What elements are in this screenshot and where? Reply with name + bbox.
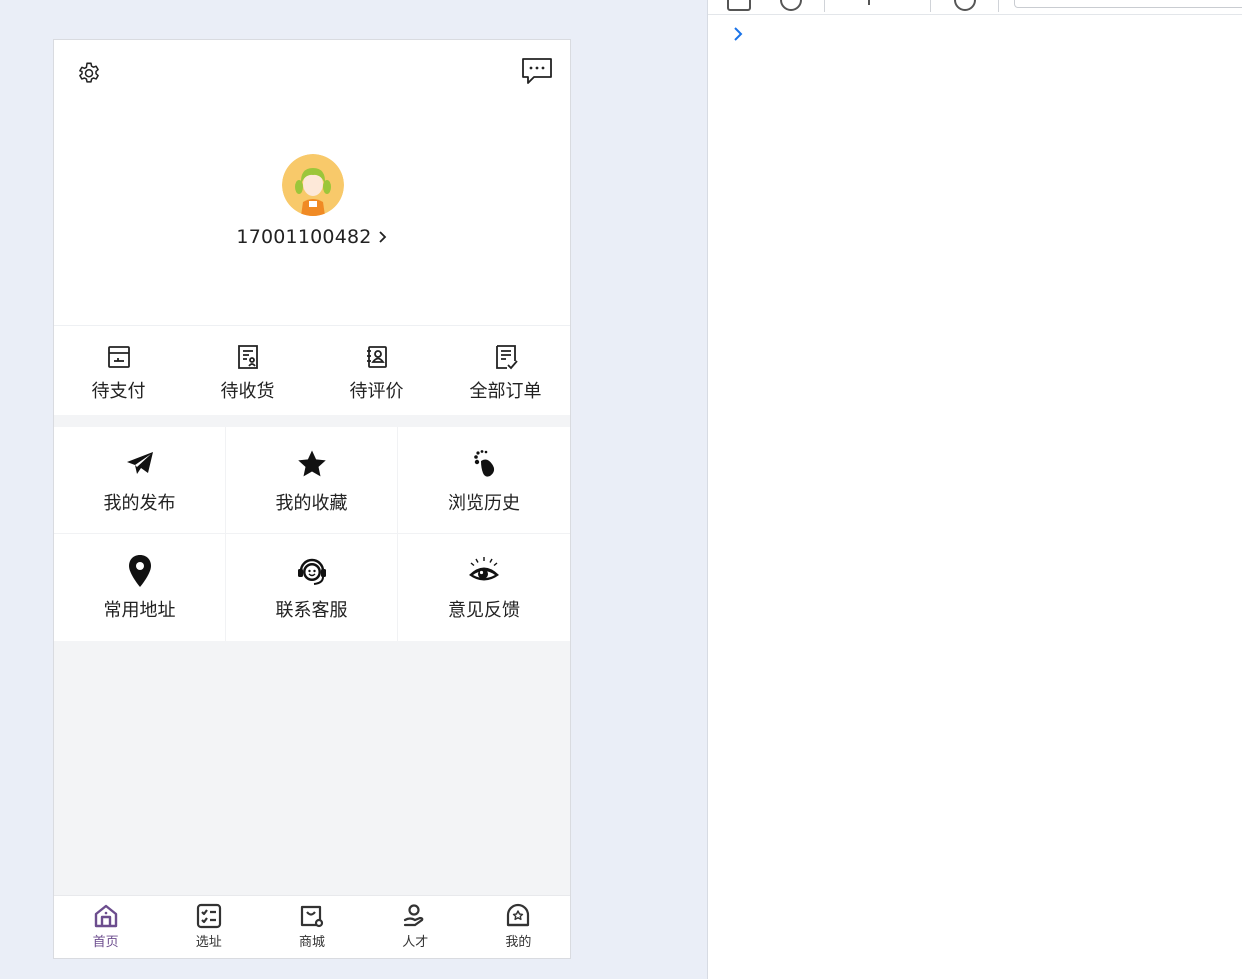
tab-site[interactable]: 选址 (157, 896, 260, 958)
order-pending-receipt[interactable]: 待收货 (183, 326, 312, 415)
clear-console-icon[interactable] (778, 0, 804, 12)
avatar-girl-icon (282, 154, 344, 216)
devtools-panel (707, 0, 1242, 979)
bottom-tab-bar: 首页 选址 商城 人才 我的 (54, 895, 570, 958)
profile-header: 17001100482 (54, 40, 570, 325)
paper-plane-icon (126, 452, 153, 474)
feature-label: 我的发布 (103, 493, 176, 514)
feature-label: 浏览历史 (448, 493, 520, 514)
receipt-person-icon (237, 345, 258, 369)
console-prompt[interactable] (730, 24, 746, 44)
feature-customer-service[interactable]: 联系客服 (226, 534, 398, 641)
devtools-toolbar (708, 0, 1242, 15)
order-all[interactable]: 全部订单 (441, 326, 570, 415)
console-filter-input[interactable] (1014, 0, 1242, 8)
order-label: 待收货 (220, 381, 275, 402)
mobile-preview: 17001100482 待支付 待收货 待评价 全部订单 我的发布 我的收藏 浏… (53, 39, 571, 959)
order-bar: 待支付 待收货 待评价 全部订单 (54, 325, 570, 415)
tab-label: 人才 (402, 935, 429, 950)
checklist-box-icon (196, 903, 221, 929)
profile-star-icon (507, 903, 530, 927)
tab-label: 首页 (92, 935, 119, 950)
tab-talent[interactable]: 人才 (364, 896, 467, 958)
tab-home[interactable]: 首页 (54, 896, 157, 958)
phone-number: 17001100482 (236, 226, 372, 248)
feature-address[interactable]: 常用地址 (54, 534, 226, 641)
chevron-right-icon (734, 27, 743, 41)
feature-label: 联系客服 (275, 600, 348, 621)
toolbar-glyph (868, 0, 870, 5)
tab-label: 商城 (299, 935, 326, 950)
wallet-icon (107, 346, 130, 368)
feature-label: 我的收藏 (275, 493, 348, 514)
tab-label: 我的 (505, 935, 532, 950)
order-label: 待评价 (349, 381, 404, 402)
feature-label: 常用地址 (103, 600, 176, 621)
order-pending-review[interactable]: 待评价 (312, 326, 441, 415)
feature-favorites[interactable]: 我的收藏 (226, 427, 398, 534)
feature-label: 意见反馈 (448, 600, 520, 621)
order-label: 全部订单 (469, 381, 542, 402)
contact-book-icon (366, 346, 387, 368)
feature-feedback[interactable]: 意见反馈 (398, 534, 570, 641)
checklist-icon (495, 345, 518, 370)
footprint-icon (474, 450, 495, 477)
home-icon (94, 904, 117, 928)
chevron-right-icon (378, 231, 386, 243)
avatar[interactable] (282, 154, 344, 216)
account-row[interactable]: 17001100482 (54, 226, 570, 248)
person-hand-icon (404, 904, 424, 927)
tab-mine[interactable]: 我的 (467, 896, 570, 958)
settings-icon[interactable] (952, 0, 978, 12)
customer-service-icon (297, 558, 326, 585)
feature-grid: 我的发布 我的收藏 浏览历史 常用地址 联系客服 意见反馈 (54, 427, 570, 641)
settings-button[interactable] (72, 56, 106, 90)
tab-mall[interactable]: 商城 (260, 896, 363, 958)
tab-label: 选址 (195, 935, 222, 950)
toolbar-divider (824, 0, 825, 12)
star-icon (297, 450, 326, 477)
feature-my-posts[interactable]: 我的发布 (54, 427, 226, 534)
order-label: 待支付 (91, 381, 146, 402)
chat-bubble-icon (522, 58, 552, 84)
gear-icon (79, 62, 99, 83)
toolbar-divider (998, 0, 999, 12)
shopping-bag-icon (300, 905, 324, 928)
message-button[interactable] (518, 54, 556, 88)
panel-toggle-icon[interactable] (726, 0, 752, 12)
order-pending-payment[interactable]: 待支付 (54, 326, 183, 415)
eye-feedback-icon (469, 557, 499, 581)
feature-history[interactable]: 浏览历史 (398, 427, 570, 534)
location-pin-icon (128, 555, 151, 587)
toolbar-divider (930, 0, 931, 12)
